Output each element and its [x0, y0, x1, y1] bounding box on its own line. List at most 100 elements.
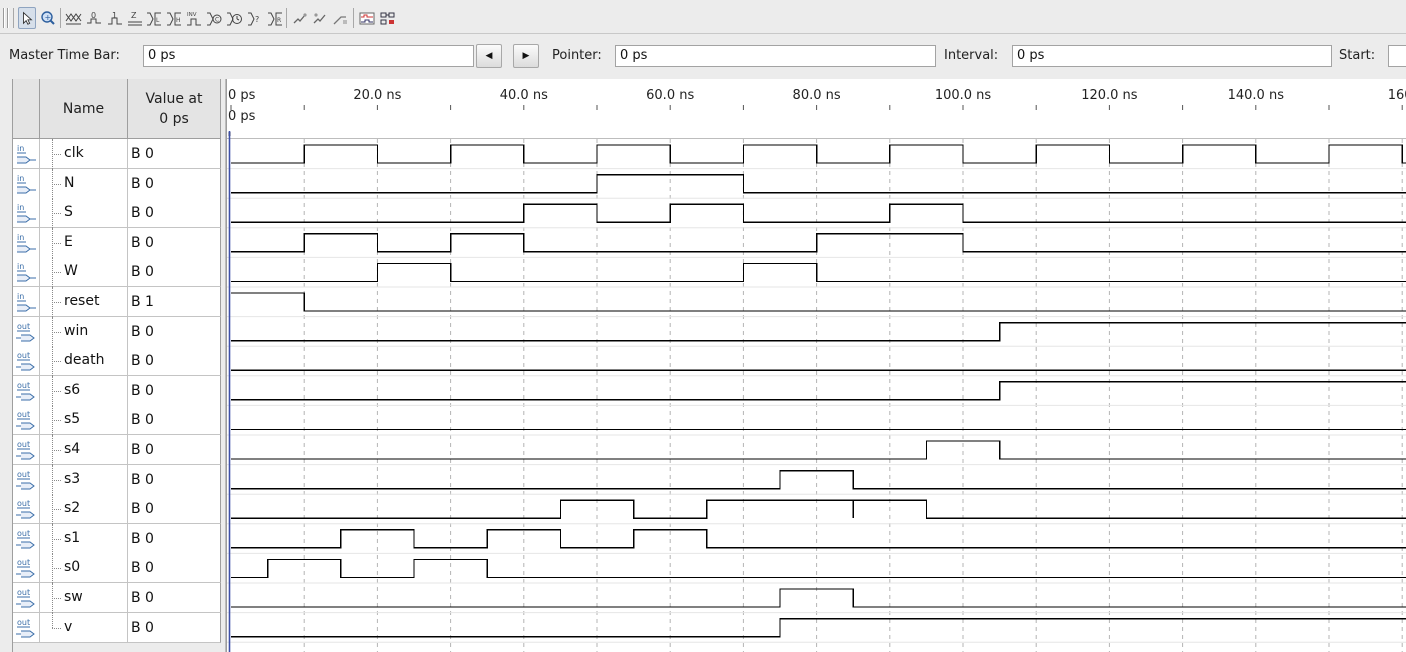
signal-name-cell[interactable]: N: [40, 168, 128, 199]
ruler-tick-label: 60.0 ns: [646, 88, 694, 103]
previous-transition-button[interactable]: ◀: [476, 44, 502, 68]
signal-row[interactable]: in W B 0: [13, 257, 221, 288]
next-transition-button[interactable]: ▶: [513, 44, 539, 68]
forcing-unknown-button[interactable]: [64, 7, 82, 29]
signal-name-cell[interactable]: s6: [40, 375, 128, 406]
waveform-reset: [231, 292, 1406, 312]
signal-name-cell[interactable]: s5: [40, 405, 128, 436]
signal-name-cell[interactable]: s2: [40, 494, 128, 525]
input-pin-icon: in: [17, 292, 36, 312]
pin-type-cell: in: [13, 227, 40, 258]
signal-row[interactable]: out s0 B 0: [13, 553, 221, 584]
signal-row[interactable]: out s1 B 0: [13, 523, 221, 554]
signal-name: s3: [64, 470, 81, 487]
toolbar: +0 1 Z L H INV C? R: [0, 0, 1406, 34]
signal-name-cell[interactable]: sw: [40, 583, 128, 613]
table-header: Name Value at 0 ps: [13, 79, 221, 139]
value-header-line2: 0 ps: [159, 110, 189, 127]
pin-type-cell: out: [13, 316, 40, 347]
input-pin-icon: in: [17, 262, 36, 282]
start-label: Start:: [1339, 48, 1376, 63]
svg-text:out: out: [17, 351, 30, 360]
signal-row[interactable]: out s4 B 0: [13, 435, 221, 465]
random-value-button[interactable]: ?: [246, 7, 264, 29]
pin-type-cell: out: [13, 612, 40, 643]
master-time-bar-field[interactable]: 0 ps: [143, 45, 474, 67]
signal-row[interactable]: in N B 0: [13, 168, 221, 199]
zoom-tool-button[interactable]: +: [39, 7, 57, 29]
forcing-low-button[interactable]: 0: [85, 7, 103, 29]
waveform-compare-button[interactable]: [358, 7, 376, 29]
svg-text:out: out: [17, 618, 30, 627]
signal-name-cell[interactable]: clk: [40, 139, 128, 169]
waveform-N: [231, 173, 1406, 194]
waveform-canvas[interactable]: 0 ps 20.0 ns 40.0 ns 60.0 ns 80.0 ns 100.0 ns…: [227, 79, 1406, 652]
signal-name: clk: [64, 145, 84, 161]
signal-row[interactable]: out v B 0: [13, 612, 221, 643]
grid-button[interactable]: [331, 7, 349, 29]
arbitrary-value-button[interactable]: R: [266, 7, 284, 29]
signal-name-cell[interactable]: win: [40, 316, 128, 347]
input-pin-icon: in: [17, 233, 36, 253]
signal-name-cell[interactable]: death: [40, 346, 128, 377]
high-impedance-icon: Z: [128, 11, 142, 26]
pin-type-cell: in: [13, 139, 40, 169]
signal-name-cell[interactable]: E: [40, 227, 128, 258]
value-column-header[interactable]: Value at 0 ps: [128, 79, 221, 139]
signal-row[interactable]: in reset B 1: [13, 287, 221, 317]
timing-analysis-button[interactable]: [379, 7, 397, 29]
signal-name-cell[interactable]: v: [40, 612, 128, 643]
ruler-tick-label: 20.0 ns: [353, 88, 401, 103]
signal-row[interactable]: out s2 B 0: [13, 494, 221, 525]
count-value-button[interactable]: C: [205, 7, 223, 29]
signal-name-cell[interactable]: s0: [40, 553, 128, 584]
signal-row[interactable]: out win B 0: [13, 316, 221, 347]
signal-row[interactable]: in E B 0: [13, 227, 221, 258]
svg-text:out: out: [17, 410, 30, 419]
toolbar-grip[interactable]: [3, 8, 5, 28]
time-cursor-label: 0 ps: [228, 109, 256, 124]
signal-row[interactable]: out death B 0: [13, 346, 221, 377]
signal-row[interactable]: out s5 B 0: [13, 405, 221, 436]
high-impedance-button[interactable]: Z: [126, 7, 144, 29]
output-pin-icon: out: [16, 440, 35, 460]
pointer-label: Pointer:: [552, 48, 602, 63]
pin-type-cell: out: [13, 464, 40, 495]
invert-button[interactable]: INV: [185, 7, 203, 29]
signal-row[interactable]: out s3 B 0: [13, 464, 221, 495]
signal-value: B 0: [128, 316, 221, 347]
waveform-pane[interactable]: 0 ps 20.0 ns 40.0 ns 60.0 ns 80.0 ns 100.0 ns…: [226, 79, 1406, 652]
pin-type-cell: out: [13, 375, 40, 406]
svg-text:in: in: [17, 203, 24, 212]
snap-to-transition-button[interactable]: [291, 7, 309, 29]
signal-name-cell[interactable]: S: [40, 198, 128, 229]
clock-button[interactable]: [225, 7, 243, 29]
signal-name-cell[interactable]: reset: [40, 287, 128, 317]
signal-name: S: [64, 204, 73, 221]
weak-low-icon: L: [147, 12, 161, 26]
selection-tool-button[interactable]: [18, 7, 36, 29]
svg-text:C: C: [215, 17, 219, 24]
ruler-tick-label: 120.0 ns: [1081, 88, 1138, 103]
weak-high-button[interactable]: H: [165, 7, 183, 29]
name-header-label: Name: [62, 100, 105, 117]
signal-name-cell[interactable]: s3: [40, 464, 128, 495]
start-field[interactable]: [1388, 45, 1406, 67]
name-column-header[interactable]: Name: [40, 79, 128, 139]
weak-low-button[interactable]: L: [145, 7, 163, 29]
output-pin-icon: out: [16, 410, 35, 430]
forcing-high-button[interactable]: 1: [106, 7, 124, 29]
interval-field[interactable]: 0 ps: [1012, 45, 1332, 67]
signal-row[interactable]: in S B 0: [13, 198, 221, 229]
signal-name-cell[interactable]: s1: [40, 523, 128, 554]
snap-to-grid-button[interactable]: [311, 7, 329, 29]
output-pin-icon: out: [16, 618, 35, 638]
signal-row[interactable]: out s6 B 0: [13, 375, 221, 406]
signal-name-cell[interactable]: W: [40, 257, 128, 288]
pointer-field[interactable]: 0 ps: [615, 45, 936, 67]
signal-name-cell[interactable]: s4: [40, 435, 128, 465]
signal-row[interactable]: out sw B 0: [13, 583, 221, 613]
signal-name: sw: [64, 589, 83, 605]
toolbar-grip[interactable]: [7, 8, 9, 28]
signal-row[interactable]: in clk B 0: [13, 139, 221, 169]
